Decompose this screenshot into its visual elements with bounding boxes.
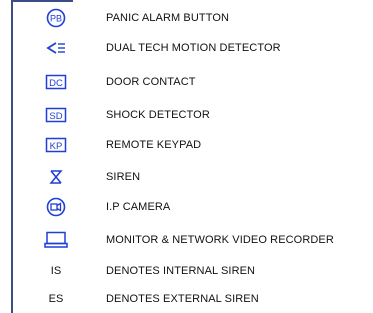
legend-row-ip-camera: I.P CAMERA: [40, 196, 170, 218]
legend-row-external-siren: ES DENOTES EXTERNAL SIREN: [40, 288, 259, 310]
legend-row-remote-keypad: KP REMOTE KEYPAD: [40, 134, 201, 156]
legend-label: PANIC ALARM BUTTON: [106, 12, 230, 24]
legend-label: DUAL TECH MOTION DETECTOR: [106, 42, 281, 54]
remote-keypad-icon: KP: [40, 134, 72, 156]
legend-label: DOOR CONTACT: [106, 76, 196, 88]
svg-text:SD: SD: [49, 111, 62, 122]
legend-label: DENOTES INTERNAL SIREN: [106, 265, 256, 277]
motion-detector-icon: [40, 37, 72, 59]
legend-label: SHOCK DETECTOR: [106, 109, 210, 121]
legend-row-shock-detector: SD SHOCK DETECTOR: [40, 104, 210, 126]
siren-icon: [40, 166, 72, 188]
legend-row-door-contact: DC DOOR CONTACT: [40, 71, 196, 93]
svg-text:DC: DC: [49, 78, 63, 89]
svg-text:KP: KP: [50, 141, 63, 152]
legend-label: SIREN: [106, 171, 141, 183]
panic-alarm-icon: PB: [40, 7, 72, 29]
ip-camera-icon: [40, 196, 72, 218]
legend-row-panic-alarm: PB PANIC ALARM BUTTON: [40, 7, 229, 29]
legend-top-border: [11, 0, 73, 2]
legend-label: MONITOR & NETWORK VIDEO RECORDER: [106, 234, 334, 246]
legend-label: REMOTE KEYPAD: [106, 139, 202, 151]
legend-label: I.P CAMERA: [106, 201, 171, 213]
internal-siren-icon: IS: [50, 265, 62, 277]
legend-row-motion-detector: DUAL TECH MOTION DETECTOR: [40, 37, 281, 59]
shock-detector-icon: SD: [40, 104, 72, 126]
legend-left-border: [11, 0, 13, 313]
external-siren-icon: ES: [48, 293, 64, 305]
door-contact-icon: DC: [40, 71, 72, 93]
monitor-nvr-icon: [40, 229, 72, 251]
svg-text:PB: PB: [50, 14, 62, 24]
legend-row-monitor-nvr: MONITOR & NETWORK VIDEO RECORDER: [40, 229, 334, 251]
legend-row-siren: SIREN: [40, 166, 140, 188]
legend-row-internal-siren: IS DENOTES INTERNAL SIREN: [40, 260, 255, 282]
legend-label: DENOTES EXTERNAL SIREN: [106, 293, 259, 305]
